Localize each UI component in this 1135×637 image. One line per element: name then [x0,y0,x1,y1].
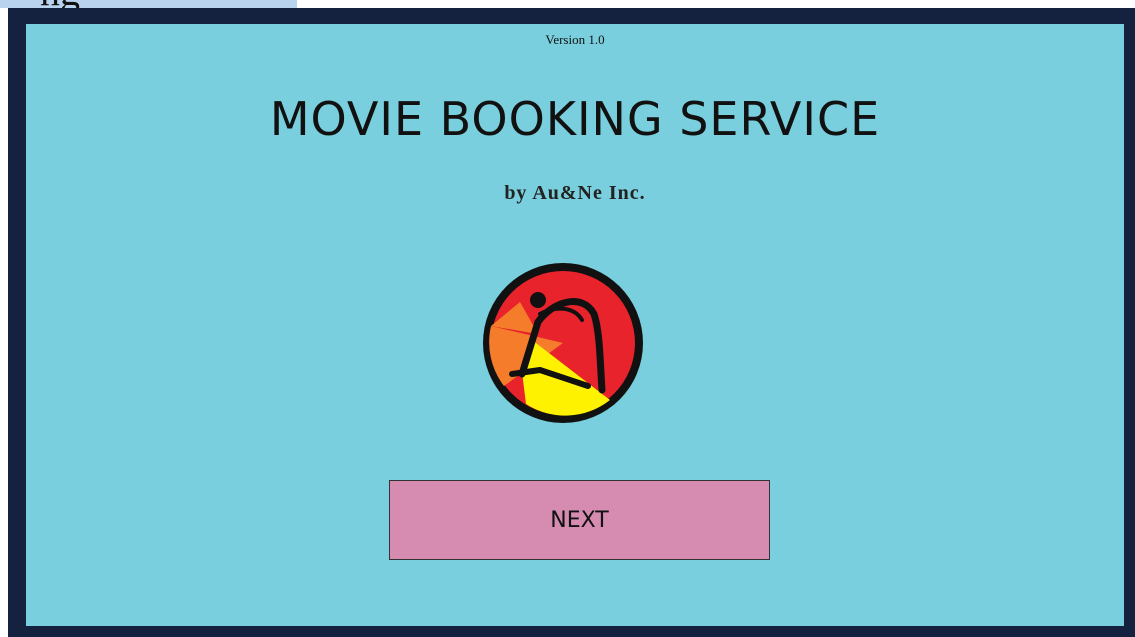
app-frame: Version 1.0 MOVIE BOOKING SERVICE by Au&… [8,8,1135,637]
window-tab-label: ng [40,0,80,8]
next-button[interactable]: NEXT [389,480,770,560]
company-logo-icon [483,263,643,423]
window-tab[interactable]: ng [0,0,297,8]
welcome-panel: Version 1.0 MOVIE BOOKING SERVICE by Au&… [26,24,1124,626]
logo-figure-head [530,292,546,308]
app-window: ng Version 1.0 MOVIE BOOKING SERVICE by … [0,0,1135,637]
company-byline: by Au&Ne Inc. [504,182,646,204]
version-label: Version 1.0 [545,32,605,47]
page-title: MOVIE BOOKING SERVICE [269,92,881,146]
